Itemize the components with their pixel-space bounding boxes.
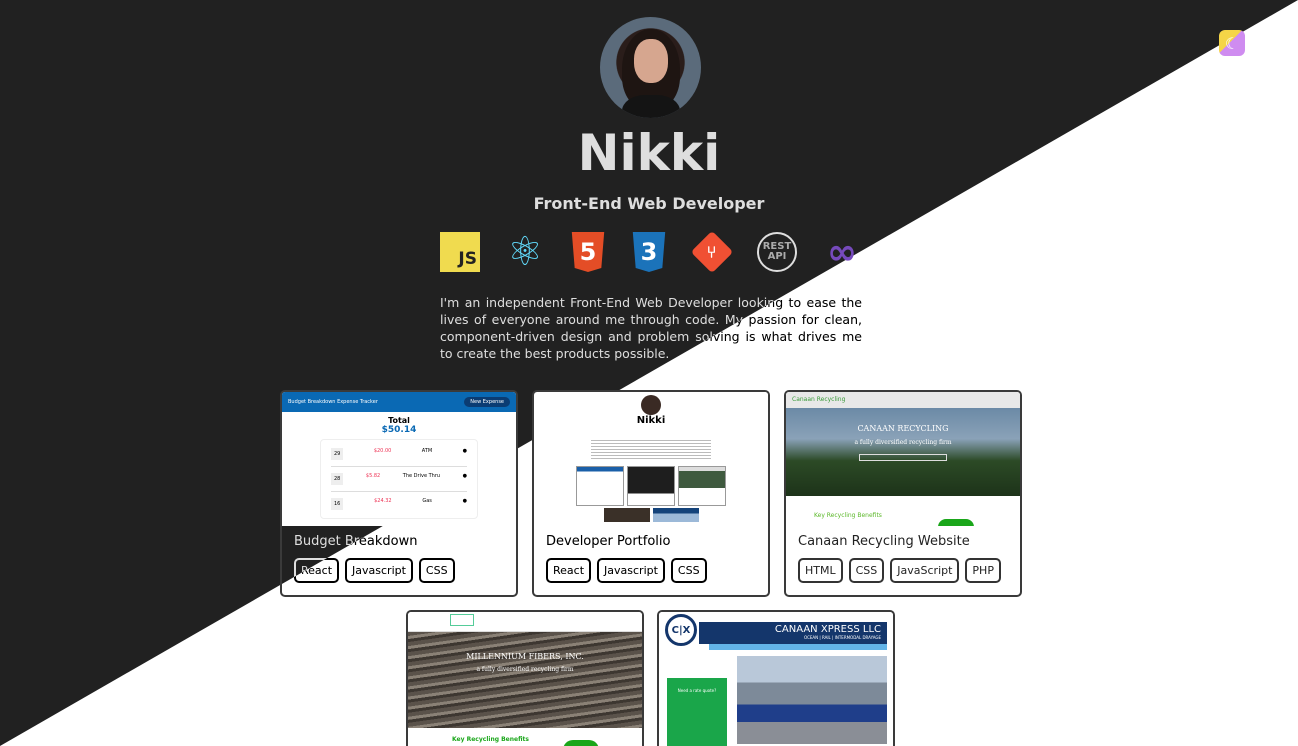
thumb-total: $50.14	[381, 425, 417, 435]
project-thumbnail: C|X CANAAN XPRESS LLC OCEAN | RAIL | INT…	[659, 612, 893, 746]
tag-javascript[interactable]: Javascript	[597, 558, 665, 583]
project-card-canaan-recycling[interactable]: Canaan Recycling CANAAN RECYCLING a full…	[784, 390, 1022, 597]
project-card-canaan-xpress[interactable]: C|X CANAAN XPRESS LLC OCEAN | RAIL | INT…	[657, 610, 895, 746]
thumb-logo: C|X	[665, 614, 697, 646]
project-card-millennium-fibers[interactable]: MILLENNIUM FIBERS, INC. a fully diversif…	[406, 610, 644, 746]
react-icon: ⚛	[507, 229, 543, 275]
project-thumbnail: Nikki	[534, 392, 768, 526]
tag-react[interactable]: React	[546, 558, 592, 583]
project-thumbnail: MILLENNIUM FIBERS, INC. a fully diversif…	[408, 612, 642, 746]
thumb-name: Nikki	[636, 415, 666, 426]
tag-css[interactable]: CSS	[418, 558, 455, 583]
tag-php[interactable]: PHP	[965, 558, 1001, 583]
javascript-icon: JS	[440, 232, 480, 272]
tag-react[interactable]: React	[294, 558, 340, 583]
project-card-budget-breakdown[interactable]: Budget Breakdown Expense Tracker New Exp…	[280, 390, 518, 597]
thumb-benefits: Key Recycling Benefits	[452, 736, 529, 743]
thumb-subheading: OCEAN | RAIL | INTERMODAL DRAYAGE	[803, 635, 881, 640]
project-title: Canaan Recycling Website	[798, 534, 970, 549]
tag-css[interactable]: CSS	[670, 558, 707, 583]
git-icon: ⑂	[690, 230, 734, 274]
moon-icon: ☾	[1224, 33, 1240, 53]
thumb-subheading: a fully diversified recycling firm	[854, 439, 952, 446]
html5-icon: 5	[571, 232, 605, 272]
skills-icons: JS ⚛ 5 3 ⑂ REST API ∞	[440, 229, 862, 275]
project-thumbnail: Canaan Recycling CANAAN RECYCLING a full…	[786, 392, 1020, 526]
thumb-button: New Expense	[464, 397, 510, 407]
tag-css[interactable]: CSS	[848, 558, 885, 583]
subtitle: Front-End Web Developer	[533, 194, 765, 213]
css3-icon: 3	[632, 232, 666, 272]
project-title: Developer Portfolio	[546, 534, 671, 549]
tag-javascript[interactable]: JavaScript	[890, 558, 960, 583]
project-thumbnail: Budget Breakdown Expense Tracker New Exp…	[282, 392, 516, 526]
thumb-benefits: Key Recycling Benefits	[814, 512, 882, 519]
tag-html[interactable]: HTML	[798, 558, 843, 583]
thumb-cta: Need a rate quote?	[667, 678, 727, 746]
thumb-total-label: Total	[388, 416, 410, 425]
thumb-logo: Canaan Recycling	[786, 392, 1020, 408]
thumb-header: Budget Breakdown Expense Tracker	[288, 399, 378, 405]
page-title: Nikki	[577, 124, 721, 182]
tag-javascript[interactable]: Javascript	[345, 558, 413, 583]
rest-api-icon: REST API	[757, 232, 797, 272]
theme-toggle-button[interactable]: ☾	[1219, 30, 1245, 56]
bio-text: I'm an independent Front-End Web Develop…	[440, 295, 862, 361]
redux-icon: ∞	[827, 231, 857, 273]
thumb-subheading: a fully diversified recycling firm	[476, 666, 574, 673]
thumb-heading: MILLENNIUM FIBERS, INC.	[466, 652, 584, 661]
project-title: Budget Breakdown	[294, 534, 418, 549]
avatar	[600, 17, 701, 118]
thumb-heading: CANAAN XPRESS LLC	[774, 624, 881, 635]
thumb-heading: CANAAN RECYCLING	[857, 424, 949, 433]
project-card-developer-portfolio[interactable]: Nikki Developer Portfolio React Javascri…	[532, 390, 770, 597]
